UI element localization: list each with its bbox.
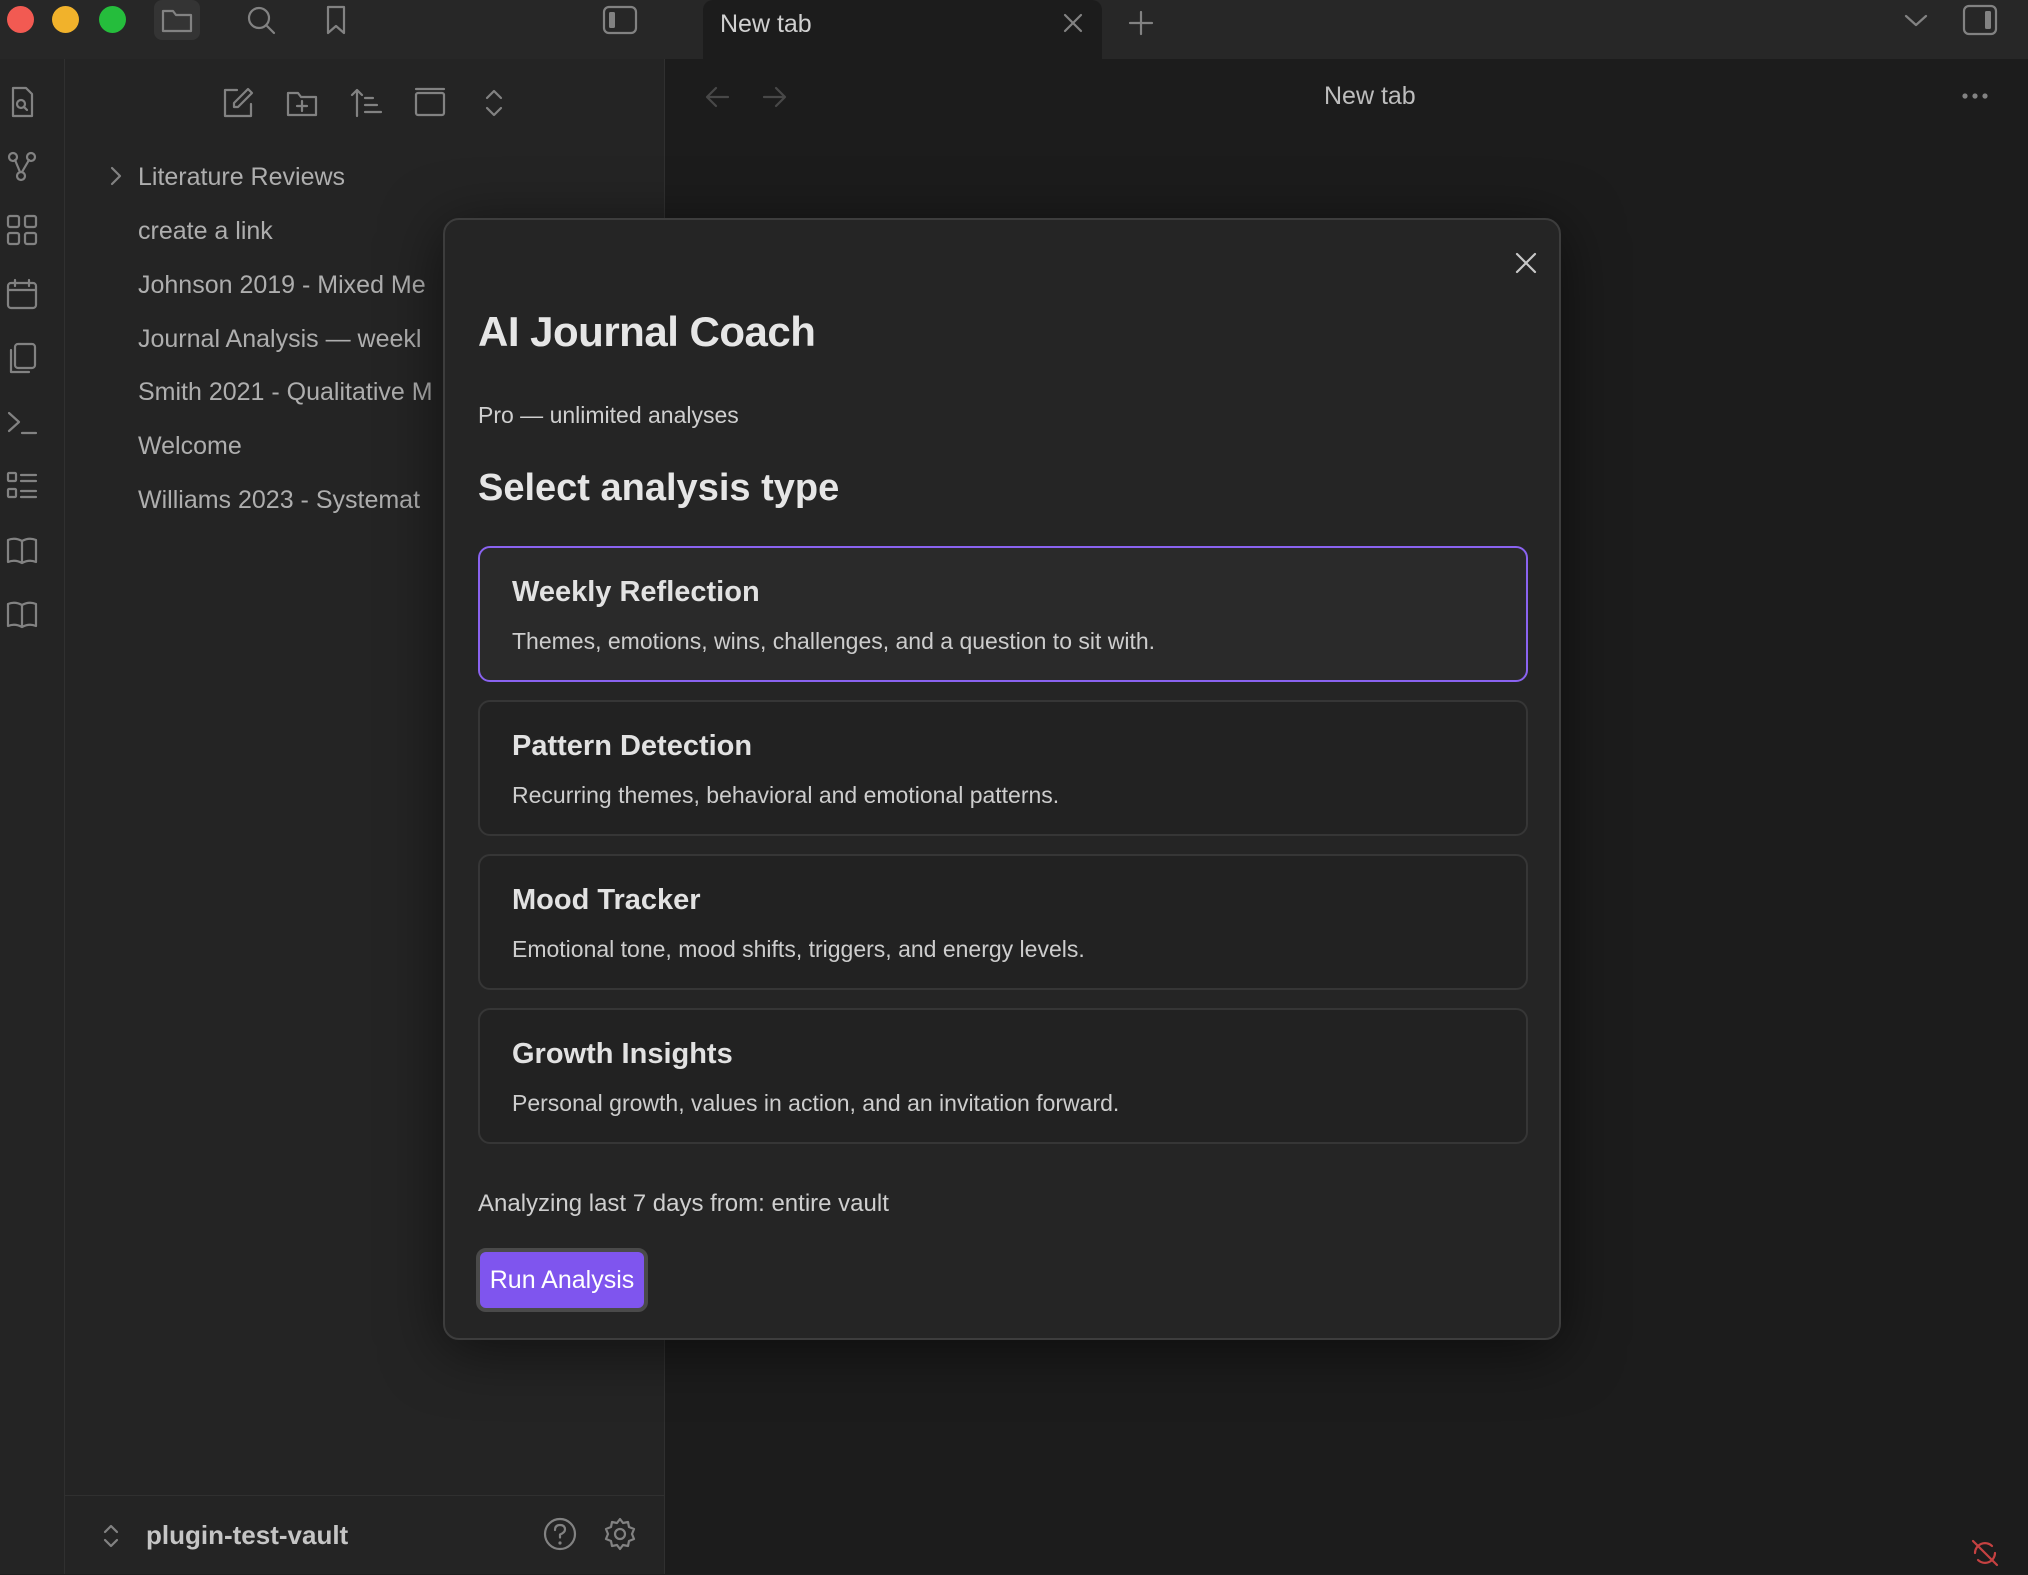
option-description: Recurring themes, behavioral and emotion… — [512, 782, 1060, 808]
analysis-option-pattern-detection[interactable]: Pattern Detection Recurring themes, beha… — [478, 700, 1528, 836]
analysis-scope-text: Analyzing last 7 days from: entire vault — [478, 1190, 889, 1217]
modal-title: AI Journal Coach — [478, 308, 816, 355]
analysis-option-mood-tracker[interactable]: Mood Tracker Emotional tone, mood shifts… — [478, 854, 1528, 990]
option-title: Mood Tracker — [512, 884, 701, 916]
option-title: Growth Insights — [512, 1038, 733, 1070]
analysis-option-weekly-reflection[interactable]: Weekly Reflection Themes, emotions, wins… — [478, 546, 1528, 682]
ai-journal-coach-modal: AI Journal Coach Pro — unlimited analyse… — [443, 218, 1561, 1340]
option-description: Themes, emotions, wins, challenges, and … — [512, 628, 1156, 654]
plan-label: Pro — unlimited analyses — [478, 402, 739, 428]
section-title: Select analysis type — [478, 467, 840, 509]
close-icon[interactable] — [1509, 246, 1543, 280]
analysis-option-growth-insights[interactable]: Growth Insights Personal growth, values … — [478, 1008, 1528, 1144]
option-title: Pattern Detection — [512, 730, 753, 762]
run-analysis-button[interactable]: Run Analysis — [476, 1248, 648, 1312]
option-description: Emotional tone, mood shifts, triggers, a… — [512, 936, 1085, 962]
option-description: Personal growth, values in action, and a… — [512, 1090, 1120, 1116]
option-title: Weekly Reflection — [512, 576, 760, 608]
